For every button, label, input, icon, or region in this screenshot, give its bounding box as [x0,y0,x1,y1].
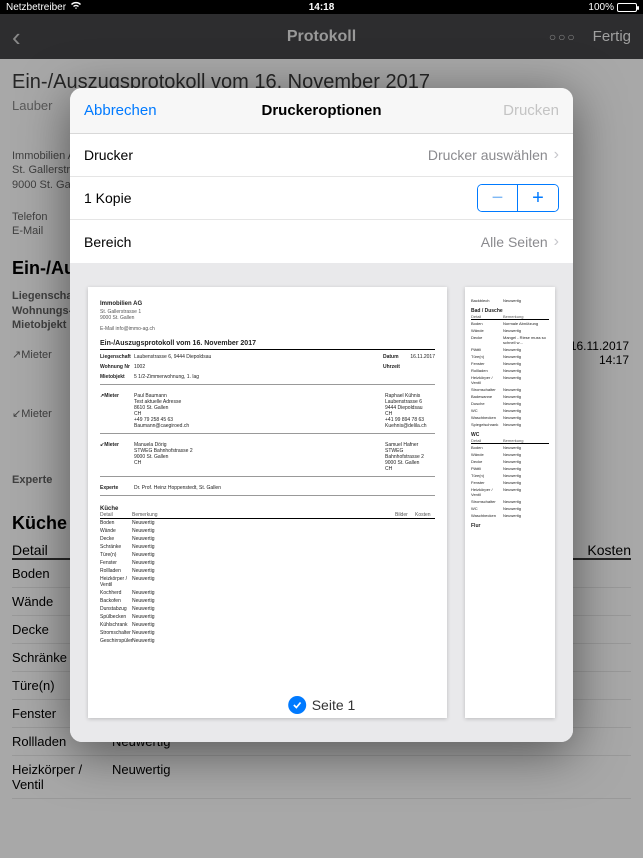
table-row: Türe(n)Neuwertig [471,472,549,479]
modal-body: Drucker Drucker auswählen › 1 Kopie − + … [70,134,573,263]
table-row: FensterNeuwertig [100,559,435,567]
copies-stepper: − + [477,184,559,212]
done-button[interactable]: Fertig [593,28,631,45]
table-row: WaschbeckenNeuwertig [471,512,549,519]
page-title: Protokoll [287,28,356,46]
print-button[interactable]: Drucken [503,102,559,119]
table-row: DeckeNeuwertig [471,458,549,465]
table-row: GeschirrspülerNeuwertig [100,637,435,645]
table-row: WaschbeckenNeuwertig [471,414,549,421]
battery-percent: 100% [588,2,614,13]
printer-label: Drucker [84,147,133,163]
cancel-button[interactable]: Abbrechen [84,102,157,119]
status-time: 14:18 [309,2,335,13]
range-label: Bereich [84,234,131,250]
table-row: StromschalterNeuwertig [471,386,549,393]
table-row: PlättliNeuwertig [471,346,549,353]
wifi-icon [70,1,82,13]
table-row: WändeNeuwertig [471,327,549,334]
table-row: BodenNeuwertig [471,444,549,451]
table-row: RollladenNeuwertig [100,567,435,575]
table-row: Türe(n)Neuwertig [100,551,435,559]
table-row: KühlschrankNeuwertig [100,621,435,629]
check-icon [288,696,306,714]
table-row: WCNeuwertig [471,505,549,512]
table-row: PlättliNeuwertig [471,465,549,472]
table-row: WCNeuwertig [471,407,549,414]
table-row: DuscheNeuwertig [471,400,549,407]
table-row: DunstabzugNeuwertig [100,605,435,613]
copies-label: 1 Kopie [84,190,131,206]
more-button[interactable]: ○○○ [549,30,577,44]
table-row: DeckeMangel - Riese muss so schnell w… [471,334,549,346]
table-row: BackofenNeuwertig [100,597,435,605]
preview-page-1[interactable]: Immobilien AG St. Gallerstrasse 1 9000 S… [88,287,447,718]
table-row: DeckeNeuwertig [100,535,435,543]
modal-header: Abbrechen Druckeroptionen Drucken [70,88,573,134]
table-row: BodenNormale Abnützung [471,320,549,327]
table-row: SpülbeckenNeuwertig [100,613,435,621]
table-row: StromschalterNeuwertig [100,629,435,637]
nav-bar: ‹ Protokoll ○○○ Fertig [0,14,643,59]
battery-icon [617,3,637,12]
page-indicator: Seite 1 [288,696,356,714]
table-row: WändeNeuwertig [100,527,435,535]
table-row: Türe(n)Neuwertig [471,353,549,360]
table-row: FensterNeuwertig [471,360,549,367]
table-row: Heizkörper / VentilNeuwertig [471,486,549,498]
printer-value: Drucker auswählen [428,147,548,163]
table-row: FensterNeuwertig [471,479,549,486]
carrier-label: Netzbetreiber [6,2,66,13]
copies-row: 1 Kopie − + [70,177,573,220]
table-row: SchränkeNeuwertig [100,543,435,551]
print-preview-area: Immobilien AG St. Gallerstrasse 1 9000 S… [70,263,573,742]
table-row: Heizkörper / VentilNeuwertig [471,374,549,386]
preview-page-2[interactable]: BackblechNeuwertig Bad / Dusche DetailBe… [465,287,555,718]
range-value: Alle Seiten [481,234,548,250]
stepper-minus-button[interactable]: − [478,185,518,211]
table-row: Heizkörper / VentilNeuwertig [100,575,435,589]
printer-row[interactable]: Drucker Drucker auswählen › [70,134,573,177]
back-button[interactable]: ‹ [12,24,21,50]
table-row: BodenNeuwertig [100,519,435,527]
chevron-right-icon: › [554,233,559,251]
stepper-plus-button[interactable]: + [518,185,558,211]
table-row: SpiegelschrankNeuwertig [471,421,549,428]
table-row: Heizkörper / VentilNeuwertig [12,756,631,799]
chevron-right-icon: › [554,146,559,164]
print-options-modal: Abbrechen Druckeroptionen Drucken Drucke… [70,88,573,742]
table-row: RollladenNeuwertig [471,367,549,374]
table-row: BadewanneNeuwertig [471,393,549,400]
range-row[interactable]: Bereich Alle Seiten › [70,220,573,263]
table-row: StromschalterNeuwertig [471,498,549,505]
modal-title: Druckeroptionen [261,102,381,119]
status-bar: Netzbetreiber 14:18 100% [0,0,643,14]
table-row: WändeNeuwertig [471,451,549,458]
table-row: KochherdNeuwertig [100,589,435,597]
